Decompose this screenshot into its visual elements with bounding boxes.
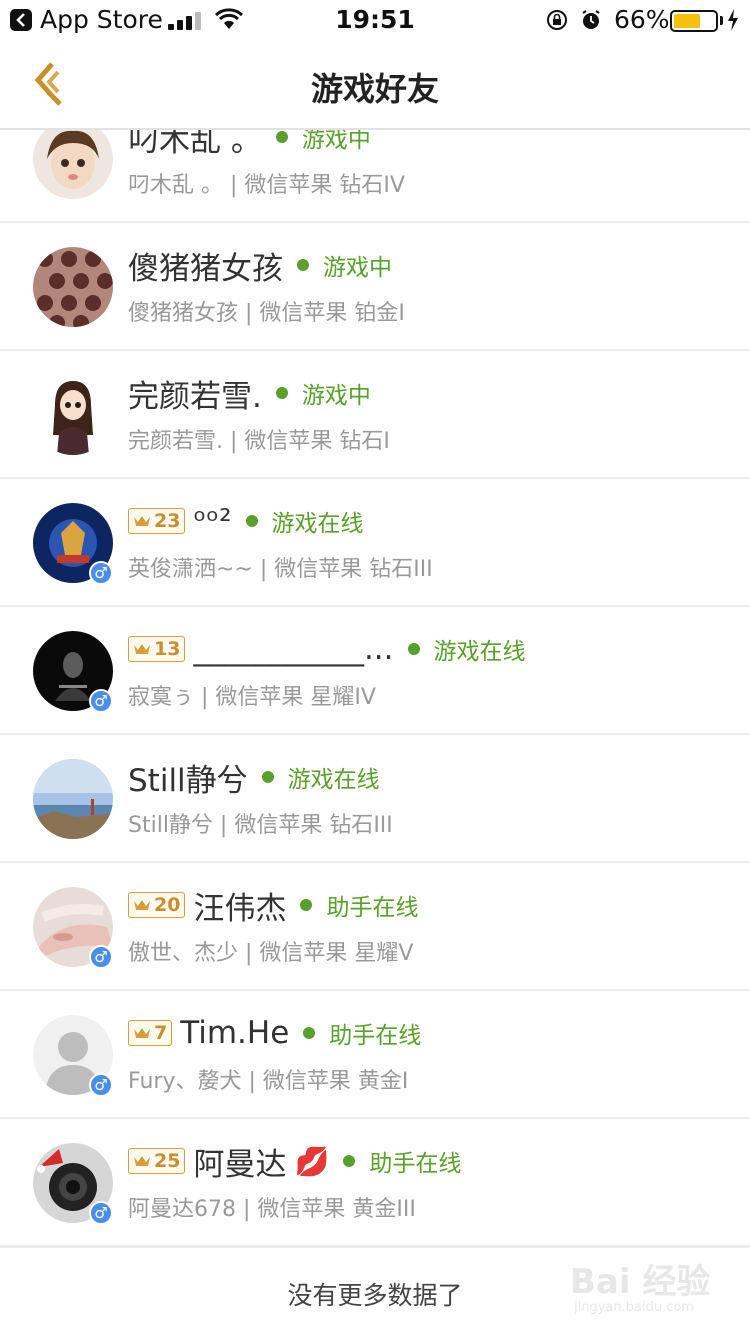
alarm-icon (582, 10, 600, 29)
level-number: 7 (154, 1022, 168, 1044)
level-badge: 13 (128, 636, 186, 662)
charging-bolt-icon (728, 9, 738, 31)
friend-row[interactable]: 叼木乱 。 游戏中 叼木乱 。 | 微信苹果 钻石IV (0, 130, 750, 223)
online-dot (245, 515, 258, 527)
friend-detail: 叼木乱 。 | 微信苹果 钻石IV (128, 173, 405, 198)
friend-detail: 傻猪猪女孩 | 微信苹果 铂金I (128, 301, 405, 326)
crown-icon (134, 1028, 150, 1038)
friend-row[interactable]: 傻猪猪女孩 游戏中 傻猪猪女孩 | 微信苹果 铂金I (0, 223, 750, 351)
online-dot (275, 131, 288, 143)
male-gender-icon: ♂ (89, 1073, 113, 1097)
watermark-text: Bai 经验 (570, 1262, 711, 1302)
friend-name: Still静兮 (128, 762, 248, 799)
friend-name: 傻猪猪女孩 (128, 250, 283, 287)
friend-row[interactable]: ♂ 13 ___________... 游戏在线 寂寞ぅ | 微信苹果 星耀IV (0, 607, 750, 735)
level-number: 20 (154, 894, 181, 916)
crown-icon (134, 900, 150, 910)
friend-detail: Fury、嫠犬 | 微信苹果 黄金I (128, 1069, 409, 1094)
friend-name: 汪伟杰 (193, 890, 287, 927)
online-dot (261, 771, 274, 783)
online-dot (275, 387, 288, 399)
friend-detail: 傲世、杰少 | 微信苹果 星耀V (128, 941, 414, 966)
level-number: 13 (154, 638, 181, 660)
online-status: 游戏在线 (271, 511, 364, 537)
online-dot (297, 259, 309, 271)
friend-row[interactable]: 完颜若雪. 游戏中 完颜若雪. | 微信苹果 钻石I (0, 351, 750, 479)
online-status: 助手在线 (369, 1151, 462, 1177)
level-badge: 7 (128, 1020, 173, 1046)
crown-icon (134, 516, 150, 526)
nav-bar: 游戏好友 (0, 40, 750, 130)
online-status: 游戏中 (301, 383, 371, 409)
level-badge: 25 (128, 1148, 186, 1174)
battery-percentage: 66% (614, 5, 670, 34)
level-number: 25 (154, 1150, 181, 1172)
friend-name: 阿曼达 (193, 1146, 287, 1183)
avatar[interactable] (33, 247, 113, 327)
online-status: 助手在线 (329, 1023, 422, 1049)
watermark-sub: jingyan.baidu.com (574, 1300, 694, 1315)
friend-row[interactable]: Still静兮 游戏在线 Still静兮 | 微信苹果 钻石III (0, 735, 750, 863)
friend-detail: Still静兮 | 微信苹果 钻石III (128, 813, 393, 838)
friend-name: 完颜若雪. (128, 378, 262, 415)
online-dot (303, 1027, 316, 1039)
friend-name: Tim.He (180, 1015, 290, 1051)
male-gender-icon: ♂ (89, 945, 113, 969)
friend-name: 叼木乱 。 (128, 130, 262, 159)
male-gender-icon: ♂ (89, 689, 113, 713)
online-status: 游戏在线 (287, 767, 380, 793)
friend-row[interactable]: ♂ 7 Tim.He 助手在线 Fury、嫠犬 | 微信苹果 黄金I (0, 991, 750, 1119)
friend-detail: 完颜若雪. | 微信苹果 钻石I (128, 429, 390, 454)
avatar[interactable] (33, 375, 113, 455)
crown-icon (134, 644, 150, 654)
crown-icon (134, 1156, 150, 1166)
friend-detail: 英俊潇洒~~ | 微信苹果 钻石III (128, 557, 433, 582)
friend-detail: 寂寞ぅ | 微信苹果 星耀IV (128, 685, 376, 710)
avatar[interactable] (33, 759, 113, 839)
friend-row[interactable]: ♂ 23 ᵒᵒ² 游戏在线 英俊潇洒~~ | 微信苹果 钻石III (0, 479, 750, 607)
online-status: 助手在线 (326, 895, 419, 921)
male-gender-icon: ♂ (89, 561, 113, 585)
online-dot (407, 643, 420, 655)
level-number: 23 (154, 510, 181, 532)
friend-name: ___________... (193, 631, 394, 667)
friend-row[interactable]: ♂ 25 阿曼达 💋 助手在线 阿曼达678 | 微信苹果 黄金III (0, 1119, 750, 1246)
page-title: 游戏好友 (310, 70, 439, 108)
battery-fill (674, 14, 700, 28)
avatar[interactable] (33, 130, 113, 199)
online-status: 游戏在线 (433, 639, 526, 665)
online-status: 游戏中 (323, 255, 392, 281)
battery-icon (670, 10, 718, 32)
male-gender-icon: ♂ (89, 1201, 113, 1225)
online-status: 游戏中 (301, 130, 371, 153)
online-dot (343, 1155, 356, 1167)
friend-name: ᵒᵒ² (193, 503, 232, 539)
online-dot (300, 899, 313, 911)
friend-row[interactable]: ♂ 20 汪伟杰 助手在线 傲世、杰少 | 微信苹果 星耀V (0, 863, 750, 991)
level-badge: 20 (128, 892, 186, 918)
status-bar: App Store 19:51 66% (0, 0, 750, 40)
rotation-lock-icon (547, 10, 567, 30)
friend-detail: 阿曼达678 | 微信苹果 黄金III (128, 1197, 416, 1222)
lips-emoji-icon: 💋 (294, 1144, 330, 1178)
battery-tip (720, 16, 723, 25)
friend-list[interactable]: 叼木乱 。 游戏中 叼木乱 。 | 微信苹果 钻石IV 傻猪猪女孩 游戏中 傻猪… (0, 130, 750, 1246)
level-badge: 23 (128, 508, 186, 534)
baidu-jingyan-watermark: Bai 经验 jingyan.baidu.com (570, 1254, 720, 1326)
